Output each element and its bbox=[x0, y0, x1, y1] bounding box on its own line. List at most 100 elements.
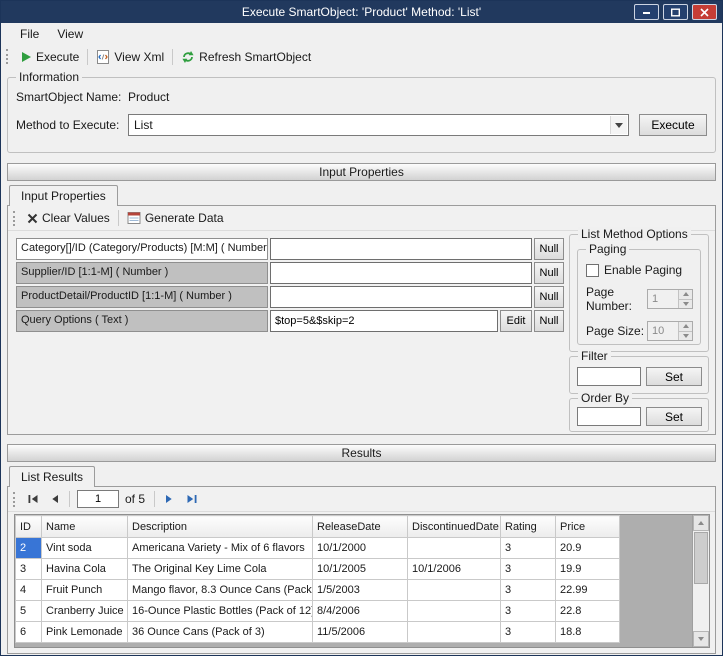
filter-set-button[interactable]: Set bbox=[646, 367, 702, 386]
property-value-input[interactable] bbox=[270, 262, 532, 284]
vertical-scrollbar[interactable] bbox=[692, 515, 709, 647]
generate-data-button[interactable]: Generate Data bbox=[122, 209, 229, 227]
column-header[interactable]: DiscontinuedDate bbox=[408, 516, 501, 538]
table-cell[interactable]: 36 Ounce Cans (Pack of 3) bbox=[128, 622, 313, 643]
table-cell[interactable]: Fruit Punch bbox=[42, 580, 128, 601]
table-row[interactable]: 6Pink Lemonade36 Ounce Cans (Pack of 3)1… bbox=[16, 622, 620, 643]
column-header[interactable]: ReleaseDate bbox=[313, 516, 408, 538]
table-cell[interactable]: 16-Ounce Plastic Bottles (Pack of 12) bbox=[128, 601, 313, 622]
property-value-input[interactable] bbox=[270, 310, 498, 332]
column-header[interactable]: Rating bbox=[501, 516, 556, 538]
maximize-button[interactable] bbox=[663, 4, 688, 20]
enable-paging-checkbox[interactable]: Enable Paging bbox=[586, 263, 700, 277]
table-cell[interactable]: 10/1/2006 bbox=[408, 559, 501, 580]
move-next-button[interactable] bbox=[158, 489, 180, 509]
checkbox-icon[interactable] bbox=[586, 264, 599, 277]
table-cell[interactable]: 4 bbox=[16, 580, 42, 601]
spin-up-icon[interactable] bbox=[679, 290, 692, 299]
table-row[interactable]: 2Vint sodaAmericana Variety - Mix of 6 f… bbox=[16, 538, 620, 559]
null-button[interactable]: Null bbox=[534, 262, 564, 284]
toolbar-gripper[interactable] bbox=[13, 492, 18, 507]
view-xml-button[interactable]: View Xml bbox=[91, 48, 169, 66]
table-cell[interactable]: Vint soda bbox=[42, 538, 128, 559]
table-cell[interactable]: 10/1/2000 bbox=[313, 538, 408, 559]
spin-down-icon[interactable] bbox=[679, 331, 692, 341]
move-first-button[interactable] bbox=[22, 489, 44, 509]
table-cell[interactable] bbox=[408, 622, 501, 643]
order-by-set-button[interactable]: Set bbox=[646, 407, 702, 426]
table-cell[interactable] bbox=[408, 601, 501, 622]
table-cell[interactable]: 20.9 bbox=[556, 538, 620, 559]
tab-list-results[interactable]: List Results bbox=[9, 466, 95, 487]
table-cell[interactable]: 11/5/2006 bbox=[313, 622, 408, 643]
execute-button[interactable]: Execute bbox=[639, 114, 707, 136]
table-cell[interactable]: Mango flavor, 8.3 Ounce Cans (Pack of 24… bbox=[128, 580, 313, 601]
move-last-button[interactable] bbox=[180, 489, 202, 509]
table-cell[interactable]: Americana Variety - Mix of 6 flavors bbox=[128, 538, 313, 559]
toolbar-gripper[interactable] bbox=[6, 49, 11, 64]
scroll-down-icon[interactable] bbox=[693, 631, 709, 647]
table-cell[interactable]: 22.8 bbox=[556, 601, 620, 622]
null-button[interactable]: Null bbox=[534, 238, 564, 260]
move-previous-button[interactable] bbox=[44, 489, 66, 509]
table-cell[interactable]: 3 bbox=[501, 580, 556, 601]
order-by-input[interactable] bbox=[577, 407, 641, 426]
table-cell[interactable]: 3 bbox=[16, 559, 42, 580]
spinner-arrows[interactable] bbox=[678, 290, 692, 308]
table-cell[interactable]: Cranberry Juice bbox=[42, 601, 128, 622]
table-cell[interactable]: 18.8 bbox=[556, 622, 620, 643]
input-properties-section-header[interactable]: Input Properties bbox=[7, 163, 716, 181]
page-size-spinner[interactable]: 10 bbox=[647, 321, 693, 341]
table-row[interactable]: 4Fruit PunchMango flavor, 8.3 Ounce Cans… bbox=[16, 580, 620, 601]
scrollbar-track[interactable] bbox=[693, 585, 709, 631]
column-header[interactable]: Description bbox=[128, 516, 313, 538]
table-cell[interactable] bbox=[408, 538, 501, 559]
table-cell[interactable]: 3 bbox=[501, 601, 556, 622]
column-header[interactable]: Price bbox=[556, 516, 620, 538]
table-row[interactable]: 3Havina ColaThe Original Key Lime Cola10… bbox=[16, 559, 620, 580]
refresh-smartobject-button[interactable]: Refresh SmartObject bbox=[176, 48, 316, 66]
results-section-header[interactable]: Results bbox=[7, 444, 716, 462]
table-cell[interactable]: 8/4/2006 bbox=[313, 601, 408, 622]
property-value-input[interactable] bbox=[270, 238, 532, 260]
scrollbar-thumb[interactable] bbox=[694, 532, 708, 584]
clear-values-button[interactable]: Clear Values bbox=[22, 209, 115, 227]
column-header[interactable]: ID bbox=[16, 516, 42, 538]
edit-button[interactable]: Edit bbox=[500, 310, 532, 332]
table-cell[interactable]: 19.9 bbox=[556, 559, 620, 580]
titlebar[interactable]: Execute SmartObject: 'Product' Method: '… bbox=[1, 1, 722, 23]
table-cell[interactable]: 3 bbox=[501, 622, 556, 643]
table-cell[interactable]: 10/1/2005 bbox=[313, 559, 408, 580]
tab-input-properties[interactable]: Input Properties bbox=[9, 185, 118, 206]
current-page-input[interactable] bbox=[77, 490, 119, 508]
table-cell[interactable]: Havina Cola bbox=[42, 559, 128, 580]
table-cell[interactable]: 1/5/2003 bbox=[313, 580, 408, 601]
table-cell[interactable]: 5 bbox=[16, 601, 42, 622]
minimize-button[interactable] bbox=[634, 4, 659, 20]
table-row[interactable]: 5Cranberry Juice16-Ounce Plastic Bottles… bbox=[16, 601, 620, 622]
table-cell[interactable]: 3 bbox=[501, 559, 556, 580]
spin-down-icon[interactable] bbox=[679, 299, 692, 309]
page-number-spinner[interactable]: 1 bbox=[647, 289, 693, 309]
execute-toolbar-button[interactable]: Execute bbox=[15, 48, 84, 66]
table-cell[interactable]: 3 bbox=[501, 538, 556, 559]
table-cell[interactable] bbox=[408, 580, 501, 601]
table-cell[interactable]: 2 bbox=[16, 538, 42, 559]
table-cell[interactable]: 6 bbox=[16, 622, 42, 643]
property-value-input[interactable] bbox=[270, 286, 532, 308]
table-cell[interactable]: Pink Lemonade bbox=[42, 622, 128, 643]
toolbar-gripper[interactable] bbox=[13, 211, 18, 226]
scroll-up-icon[interactable] bbox=[693, 515, 709, 531]
table-cell[interactable]: The Original Key Lime Cola bbox=[128, 559, 313, 580]
table-cell[interactable]: 22.99 bbox=[556, 580, 620, 601]
method-dropdown[interactable]: List bbox=[128, 114, 629, 136]
filter-input[interactable] bbox=[577, 367, 641, 386]
null-button[interactable]: Null bbox=[534, 310, 564, 332]
menu-file[interactable]: File bbox=[11, 25, 48, 43]
null-button[interactable]: Null bbox=[534, 286, 564, 308]
menu-view[interactable]: View bbox=[48, 25, 92, 43]
spinner-arrows[interactable] bbox=[678, 322, 692, 340]
close-button[interactable] bbox=[692, 4, 717, 20]
column-header[interactable]: Name bbox=[42, 516, 128, 538]
chevron-down-icon[interactable] bbox=[610, 116, 627, 134]
